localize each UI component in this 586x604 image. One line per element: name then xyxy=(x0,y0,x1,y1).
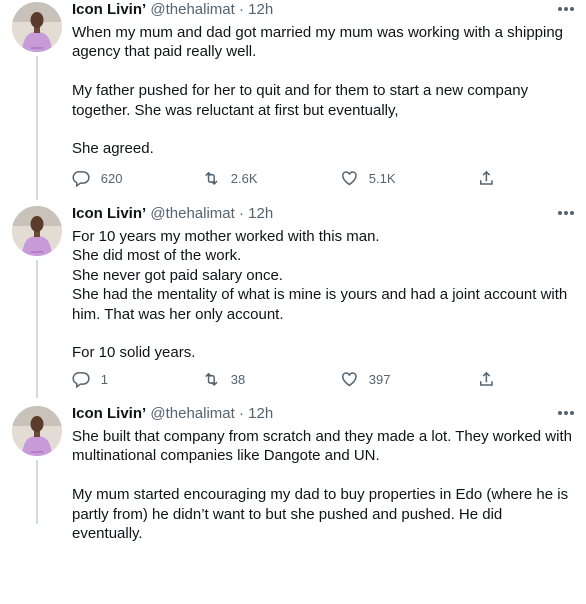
more-dot xyxy=(564,411,568,415)
reply-count: 1 xyxy=(100,371,108,387)
reply-count: 620 xyxy=(100,170,123,186)
share-icon xyxy=(480,170,493,185)
tweet-line: She did most of the work. xyxy=(72,247,242,265)
share-button[interactable] xyxy=(477,369,496,389)
separator-dot: · xyxy=(238,205,244,222)
avatar[interactable] xyxy=(12,2,62,52)
thread-connector xyxy=(36,260,38,398)
author-name[interactable]: Icon Livin’ xyxy=(72,205,146,222)
separator-dot: · xyxy=(238,405,244,422)
like-button[interactable]: 5.1K xyxy=(340,168,396,188)
thread-connector xyxy=(36,460,38,524)
author-handle[interactable]: @thehalimat xyxy=(150,1,234,18)
tweet-header: Icon Livin’ @thehalimat · 12h xyxy=(72,0,273,20)
tweet: Icon Livin’ @thehalimat · 12h When my mum… xyxy=(0,0,586,200)
tweet: Icon Livin’ @thehalimat · 12h She built t… xyxy=(0,404,586,604)
more-dot xyxy=(570,411,574,415)
tweet: Icon Livin’ @thehalimat · 12h For 10 year… xyxy=(0,204,586,404)
like-count: 397 xyxy=(368,371,391,387)
retweet-button[interactable]: 38 xyxy=(202,369,245,389)
separator-dot: · xyxy=(238,1,244,18)
more-dot xyxy=(558,211,562,215)
timestamp[interactable]: 12h xyxy=(248,205,273,222)
like-count: 5.1K xyxy=(368,170,396,186)
profile-photo xyxy=(12,2,62,52)
author-name[interactable]: Icon Livin’ xyxy=(72,405,146,422)
tweet-line: For 10 years my mother worked with this … xyxy=(72,228,380,245)
tweet-line: My father pushed for her to quit and for… xyxy=(72,82,529,119)
retweet-icon xyxy=(205,171,218,185)
author-name[interactable]: Icon Livin’ xyxy=(72,1,146,18)
tweet-line: She had the mentality of what is mine is… xyxy=(72,286,568,323)
reply-icon xyxy=(72,170,90,187)
tweet-text: For 10 years my mother worked with this … xyxy=(72,227,577,363)
more-options-icon[interactable] xyxy=(558,408,578,418)
author-handle[interactable]: @thehalimat xyxy=(150,405,234,422)
more-dot xyxy=(564,7,568,11)
profile-photo xyxy=(12,406,62,456)
retweet-icon xyxy=(205,372,218,386)
reply-icon xyxy=(72,371,90,388)
tweet-header: Icon Livin’ @thehalimat · 12h xyxy=(72,404,273,424)
retweet-button[interactable]: 2.6K xyxy=(202,168,258,188)
tweet-line: She agreed. xyxy=(72,140,154,158)
reply-button[interactable]: 1 xyxy=(72,369,108,389)
more-options-icon[interactable] xyxy=(558,4,578,14)
tweet-actions: 1 38 397 xyxy=(72,369,502,389)
share-icon xyxy=(480,371,493,386)
more-dot xyxy=(570,211,574,215)
profile-photo xyxy=(12,206,62,256)
tweet-line: She never got paid salary once. xyxy=(72,266,283,284)
tweet-line: When my mum and dad got married my mum w… xyxy=(72,24,564,61)
more-dot xyxy=(558,7,562,11)
reply-button[interactable]: 620 xyxy=(72,168,122,188)
retweet-count: 38 xyxy=(230,371,246,387)
avatar[interactable] xyxy=(12,206,62,256)
tweet-line: For 10 solid years. xyxy=(72,344,196,362)
share-button[interactable] xyxy=(477,168,496,188)
tweet-actions: 620 2.6K 5.1K xyxy=(72,168,502,188)
tweet-line: My mum started encouraging my dad to buy… xyxy=(72,486,569,543)
tweet-header: Icon Livin’ @thehalimat · 12h xyxy=(72,204,273,224)
heart-icon xyxy=(342,170,357,185)
more-options-icon[interactable] xyxy=(558,208,578,218)
thread-connector xyxy=(36,56,38,200)
more-dot xyxy=(558,411,562,415)
avatar[interactable] xyxy=(12,406,62,456)
like-button[interactable]: 397 xyxy=(340,369,390,389)
tweet-text: She built that company from scratch and … xyxy=(72,427,577,543)
timestamp[interactable]: 12h xyxy=(248,405,273,422)
tweet-text: When my mum and dad got married my mum w… xyxy=(72,23,577,159)
timestamp[interactable]: 12h xyxy=(248,1,273,18)
tweet-line: She built that company from scratch and … xyxy=(72,428,572,465)
author-handle[interactable]: @thehalimat xyxy=(150,205,234,222)
heart-icon xyxy=(342,371,357,386)
more-dot xyxy=(564,211,568,215)
retweet-count: 2.6K xyxy=(230,170,258,186)
more-dot xyxy=(570,7,574,11)
